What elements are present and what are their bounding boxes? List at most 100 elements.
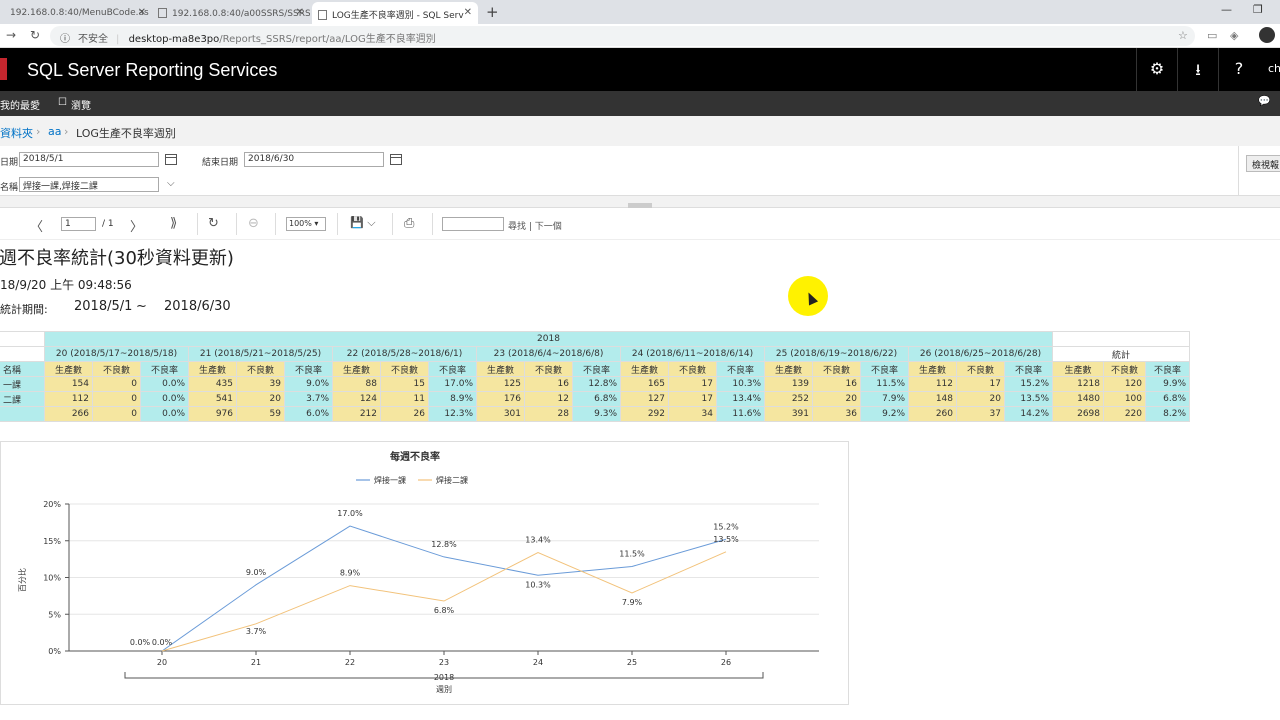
data-label: 13.4% bbox=[525, 536, 551, 545]
breadcrumb-folder[interactable]: aa bbox=[48, 125, 61, 138]
table-cell: 17 bbox=[668, 391, 717, 407]
ssrs-subnav: 我的最愛 ☐ 瀏覽 💬 bbox=[0, 91, 1280, 116]
end-date-input[interactable]: 2018/6/30 bbox=[244, 152, 384, 167]
extension-icon[interactable]: ▭ bbox=[1207, 29, 1217, 42]
calendar-icon[interactable] bbox=[390, 154, 402, 165]
name-select[interactable]: 焊接一課,焊接二課 bbox=[19, 177, 159, 192]
last-page-icon[interactable]: ⟫ bbox=[170, 216, 177, 231]
favorites-link[interactable]: 我的最愛 bbox=[0, 97, 40, 112]
x-tick-label: 24 bbox=[533, 658, 543, 667]
restore-icon[interactable]: ❐ bbox=[1253, 3, 1263, 16]
user-menu[interactable]: ch bbox=[1268, 62, 1280, 75]
table-cell: 17 bbox=[956, 376, 1005, 392]
url-field[interactable]: ⓘ 不安全 | desktop-ma8e3po/Reports_SSRS/repor… bbox=[50, 26, 1195, 46]
comment-icon[interactable]: 💬 bbox=[1258, 96, 1270, 107]
week-header: 20 (2018/5/17~2018/5/18) bbox=[44, 346, 189, 362]
star-icon[interactable]: ☆ bbox=[1178, 29, 1188, 42]
table-cell: 15.2% bbox=[1004, 376, 1053, 392]
table-cell: 16 bbox=[812, 376, 861, 392]
table-cell: 6.8% bbox=[1145, 391, 1190, 407]
table-cell: 10.3% bbox=[716, 376, 765, 392]
table-cell: 9.2% bbox=[860, 406, 909, 422]
column-header: 生產數 bbox=[908, 361, 957, 377]
data-label: 9.0% bbox=[246, 568, 267, 577]
table-cell: 20 bbox=[812, 391, 861, 407]
new-tab-button[interactable]: + bbox=[486, 3, 499, 21]
week-header: 24 (2018/6/11~2018/6/14) bbox=[620, 346, 765, 362]
breadcrumb-root[interactable]: 資料夾 bbox=[0, 125, 33, 141]
column-header: 生產數 bbox=[620, 361, 669, 377]
close-tab-icon[interactable]: ✕ bbox=[296, 7, 304, 18]
next-page-icon[interactable]: 〉 bbox=[130, 216, 143, 235]
column-header: 不良率 bbox=[716, 361, 765, 377]
calendar-icon[interactable] bbox=[165, 154, 177, 165]
total-header: 統計 bbox=[1052, 346, 1190, 362]
help-icon[interactable]: ? bbox=[1218, 48, 1259, 91]
period-tilde: ~ bbox=[136, 299, 147, 314]
table-cell: 0 bbox=[92, 391, 141, 407]
period-label: 統計期間: bbox=[0, 303, 48, 316]
previous-page-icon[interactable]: 〈 bbox=[30, 216, 43, 235]
table-cell: 1218 bbox=[1052, 376, 1104, 392]
forward-icon[interactable]: → bbox=[6, 28, 16, 42]
table-cell: 541 bbox=[188, 391, 237, 407]
refresh-icon[interactable]: ↻ bbox=[208, 216, 219, 231]
zoom-select[interactable]: 100% ▾ bbox=[286, 217, 326, 231]
table-cell: 12.8% bbox=[572, 376, 621, 392]
table-row: 二課 112 0 0.0% 541 20 3.7% 124 11 8.9% 176 12 6.8% 12… bbox=[0, 391, 1190, 407]
table-cell: 17 bbox=[668, 376, 717, 392]
table-cell: 0 bbox=[92, 406, 141, 422]
shield-icon[interactable]: ◈ bbox=[1230, 29, 1238, 42]
week-header: 25 (2018/6/19~2018/6/22) bbox=[764, 346, 909, 362]
table-cell: 37 bbox=[956, 406, 1005, 422]
column-header: 不良數 bbox=[956, 361, 1005, 377]
start-date-input[interactable]: 2018/5/1 bbox=[19, 152, 159, 167]
print-icon[interactable]: ⎙ bbox=[404, 216, 414, 231]
table-cell: 260 bbox=[908, 406, 957, 422]
data-label: 0.0% bbox=[152, 638, 173, 647]
close-tab-icon[interactable]: ✕ bbox=[464, 7, 472, 18]
table-cell: 8.2% bbox=[1145, 406, 1190, 422]
page-number-input[interactable]: 1 bbox=[61, 217, 96, 231]
url-host: desktop-ma8e3po bbox=[128, 34, 220, 45]
view-report-button[interactable]: 檢視報 bbox=[1246, 155, 1280, 172]
find-input[interactable] bbox=[442, 217, 504, 231]
y-tick-label: 10% bbox=[43, 574, 61, 583]
table-cell: 11.6% bbox=[716, 406, 765, 422]
browser-tab[interactable]: 192.168.0.8:40/MenuBCode.as ✕ bbox=[4, 2, 152, 24]
data-label: 12.8% bbox=[431, 540, 457, 549]
table-cell bbox=[0, 331, 45, 347]
table-cell: 13.4% bbox=[716, 391, 765, 407]
table-cell: 39 bbox=[236, 376, 285, 392]
column-header: 不良數 bbox=[1103, 361, 1146, 377]
close-tab-icon[interactable]: ✕ bbox=[138, 7, 146, 18]
table-cell: 0.0% bbox=[140, 376, 189, 392]
chevron-down-icon[interactable]: ⌵ bbox=[167, 178, 175, 189]
report-icon bbox=[318, 10, 327, 20]
table-cell: 391 bbox=[764, 406, 813, 422]
browser-tab[interactable]: 192.168.0.8:40/a00SSRS/SSRS ✕ bbox=[152, 2, 310, 24]
profile-avatar[interactable] bbox=[1259, 27, 1275, 43]
table-cell: 88 bbox=[332, 376, 381, 392]
y-tick-label: 0% bbox=[48, 647, 61, 656]
browser-tab-active[interactable]: LOG生產不良率週別 - SQL Serv ✕ bbox=[312, 2, 478, 24]
browse-icon: ☐ bbox=[58, 97, 67, 108]
back-icon[interactable]: ⊖ bbox=[248, 216, 259, 231]
reload-icon[interactable]: ↻ bbox=[30, 28, 40, 42]
week-header: 22 (2018/5/28~2018/6/1) bbox=[332, 346, 477, 362]
table-row: 一課 154 0 0.0% 435 39 9.0% 88 15 17.0% 125 16 12.8% 1… bbox=[0, 376, 1190, 392]
table-cell: 59 bbox=[236, 406, 285, 422]
info-icon[interactable]: ⓘ bbox=[60, 34, 70, 45]
save-icon[interactable]: 💾 ⌵ bbox=[350, 216, 376, 230]
minimize-icon[interactable]: — bbox=[1221, 3, 1232, 16]
breadcrumb: 資料夾 › aa › LOG生產不良率週別 bbox=[0, 116, 1280, 146]
period-start: 2018/5/1 bbox=[74, 299, 133, 314]
page-icon bbox=[158, 8, 167, 18]
column-header: 不良率 bbox=[284, 361, 333, 377]
download-icon[interactable]: ⭳ bbox=[1177, 48, 1218, 91]
column-header-row: 名稱 生產數 不良數 不良率 生產數 不良數 不良率 生產數 不良數 不良率 生產數 不良數 不良率生… bbox=[0, 361, 1190, 377]
table-cell: 12 bbox=[524, 391, 573, 407]
settings-gear-icon[interactable]: ⚙ bbox=[1136, 48, 1177, 91]
find-links[interactable]: 尋找 | 下一個 bbox=[508, 219, 562, 232]
browse-link[interactable]: 瀏覽 bbox=[71, 97, 91, 112]
